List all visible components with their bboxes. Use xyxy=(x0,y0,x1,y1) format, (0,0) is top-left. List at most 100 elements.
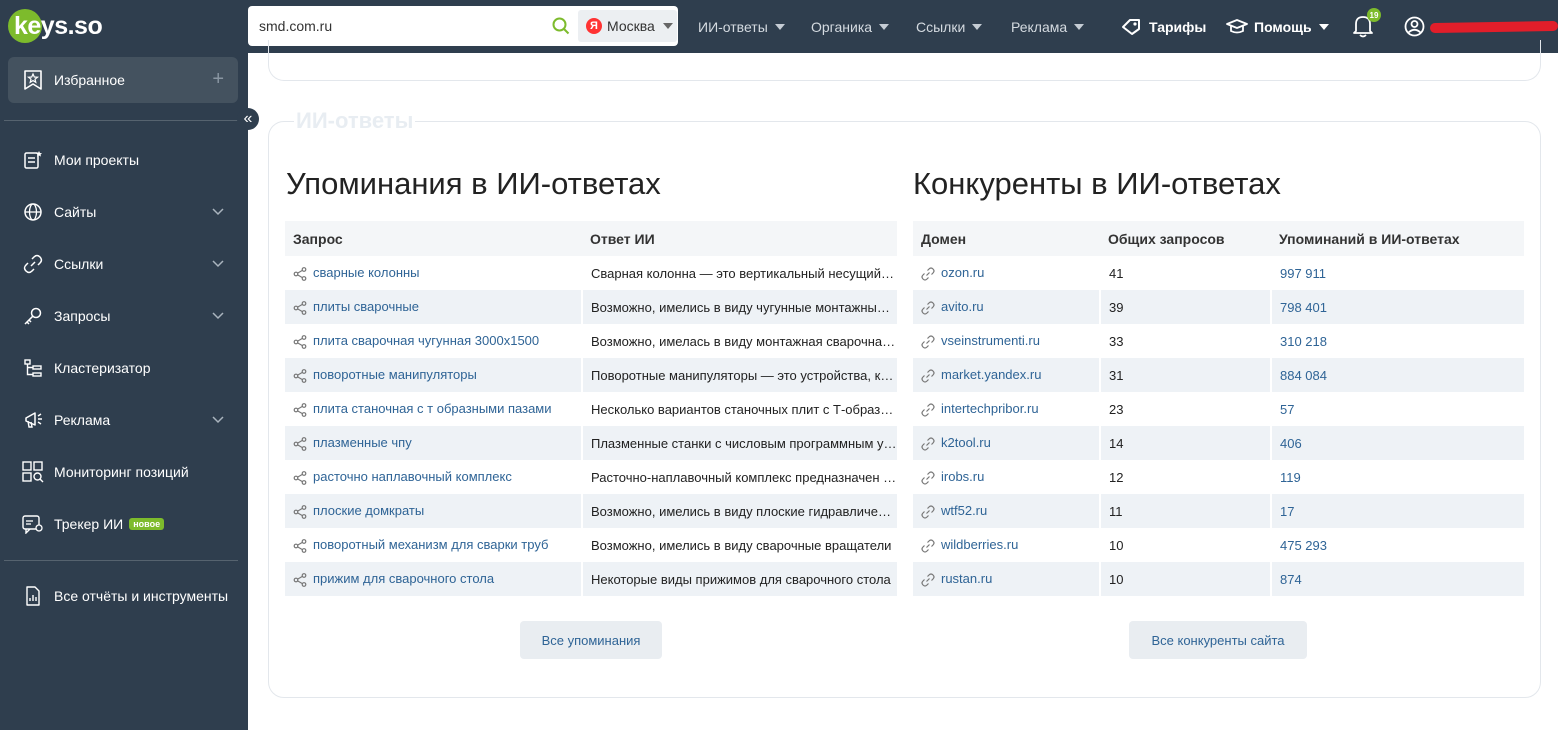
domain-link[interactable]: avito.ru xyxy=(941,299,984,314)
query-cell[interactable]: сварные колонны xyxy=(285,256,582,290)
ai-answer-cell: Возможно, имелись в виду плоские гидравл… xyxy=(581,494,897,528)
sidebar-divider xyxy=(4,560,238,561)
domain-cell[interactable]: rustan.ru xyxy=(913,562,1100,596)
mentions-count-link[interactable]: 406 xyxy=(1280,436,1302,451)
domain-link[interactable]: rustan.ru xyxy=(941,571,992,586)
link-icon xyxy=(22,253,44,275)
query-cell[interactable]: плазменные чпу xyxy=(285,426,582,460)
collapse-sidebar-icon[interactable]: « xyxy=(237,108,259,130)
table-row: плиты сварочные Возможно, имелись в виду … xyxy=(285,290,897,324)
common-queries-cell: 14 xyxy=(1099,426,1271,460)
sidebar-item-all-reports[interactable]: Все отчёты и инструменты xyxy=(22,584,232,608)
table-row: прижим для сварочного стола Некоторые вид… xyxy=(285,562,897,596)
query-cell[interactable]: поворотный механизм для сварки труб xyxy=(285,528,582,562)
domain-link[interactable]: intertechpribor.ru xyxy=(941,401,1039,416)
mentions-count-link[interactable]: 884 084 xyxy=(1280,368,1327,383)
mentions-count-cell[interactable]: 884 084 xyxy=(1270,358,1524,392)
mentions-count-link[interactable]: 17 xyxy=(1280,504,1294,519)
favorites-item[interactable]: Избранное + xyxy=(8,57,238,103)
mentions-count-cell[interactable]: 406 xyxy=(1270,426,1524,460)
query-link[interactable]: поворотные манипуляторы xyxy=(313,367,477,382)
domain-link[interactable]: irobs.ru xyxy=(941,469,984,484)
query-cell[interactable]: прижим для сварочного стола xyxy=(285,562,582,596)
mentions-count-link[interactable]: 997 911 xyxy=(1280,266,1326,281)
query-link[interactable]: прижим для сварочного стола xyxy=(313,571,494,586)
column-header[interactable]: Запрос xyxy=(285,221,582,256)
domain-cell[interactable]: k2tool.ru xyxy=(913,426,1100,460)
megaphone-icon xyxy=(22,409,44,431)
sidebar-item-sites[interactable]: Сайты xyxy=(22,200,232,224)
domain-link[interactable]: vseinstrumenti.ru xyxy=(941,333,1040,348)
mentions-count-link[interactable]: 310 218 xyxy=(1280,334,1327,349)
column-header[interactable]: Домен xyxy=(913,221,1100,256)
domain-cell[interactable]: ozon.ru xyxy=(913,256,1100,290)
all-competitors-button[interactable]: Все конкуренты сайта xyxy=(1129,621,1307,659)
region-select[interactable]: Я Москва xyxy=(578,10,677,42)
query-link[interactable]: расточно наплавочный комплекс xyxy=(313,469,512,484)
chevron-down-icon xyxy=(212,416,224,424)
domain-link[interactable]: wtf52.ru xyxy=(941,503,987,518)
mentions-count-link[interactable]: 798 401 xyxy=(1280,300,1327,315)
query-link[interactable]: плиты сварочные xyxy=(313,299,419,314)
mentions-count-cell[interactable]: 310 218 xyxy=(1270,324,1524,358)
domain-cell[interactable]: avito.ru xyxy=(913,290,1100,324)
table-row: rustan.ru 10 874 xyxy=(913,562,1524,596)
mentions-count-cell[interactable]: 475 293 xyxy=(1270,528,1524,562)
domain-cell[interactable]: wildberries.ru xyxy=(913,528,1100,562)
sidebar-item-clusterizer[interactable]: Кластеризатор xyxy=(22,356,232,380)
all-mentions-button[interactable]: Все упоминания xyxy=(520,621,662,659)
column-header[interactable]: Ответ ИИ xyxy=(582,221,897,256)
mentions-count-link[interactable]: 57 xyxy=(1280,402,1294,417)
mentions-count-cell[interactable]: 997 911 xyxy=(1270,256,1524,290)
domain-link[interactable]: wildberries.ru xyxy=(941,537,1018,552)
mentions-count-cell[interactable]: 57 xyxy=(1270,392,1524,426)
domain-cell[interactable]: intertechpribor.ru xyxy=(913,392,1100,426)
table-row: поворотный механизм для сварки труб Возмо… xyxy=(285,528,897,562)
query-cell[interactable]: плита сварочная чугунная 3000х1500 xyxy=(285,324,582,358)
user-icon[interactable] xyxy=(1404,16,1425,37)
domain-link[interactable]: k2tool.ru xyxy=(941,435,991,450)
query-cell[interactable]: расточно наплавочный комплекс xyxy=(285,460,582,494)
report-icon xyxy=(22,585,44,607)
link-icon xyxy=(921,573,935,587)
sidebar-item-projects[interactable]: Мои проекты xyxy=(22,148,232,172)
sidebar-item-ai-tracker[interactable]: Трекер ИИ новое xyxy=(22,512,232,536)
query-cell[interactable]: плиты сварочные xyxy=(285,290,582,324)
table-row: плазменные чпу Плазменные станки с числов… xyxy=(285,426,897,460)
query-link[interactable]: плита сварочная чугунная 3000х1500 xyxy=(313,333,539,348)
column-header[interactable]: Упоминаний в ИИ-ответах xyxy=(1271,221,1524,256)
query-link[interactable]: сварные колонны xyxy=(313,265,420,280)
search-icon[interactable] xyxy=(552,17,570,35)
mentions-count-cell[interactable]: 17 xyxy=(1270,494,1524,528)
mentions-count-cell[interactable]: 119 xyxy=(1270,460,1524,494)
mentions-count-link[interactable]: 119 xyxy=(1280,470,1301,485)
query-link[interactable]: поворотный механизм для сварки труб xyxy=(313,537,548,552)
sidebar-item-queries[interactable]: Запросы xyxy=(22,304,232,328)
sidebar-item-label: Трекер ИИ xyxy=(54,516,124,532)
sidebar-item-monitoring[interactable]: Мониторинг позиций xyxy=(22,460,232,484)
mentions-count-link[interactable]: 874 xyxy=(1280,572,1302,587)
query-cell[interactable]: плоские домкраты xyxy=(285,494,582,528)
domain-cell[interactable]: irobs.ru xyxy=(913,460,1100,494)
sidebar-item-ads[interactable]: Реклама xyxy=(22,408,232,432)
sidebar-item-links[interactable]: Ссылки xyxy=(22,252,232,276)
logo[interactable]: keys.so xyxy=(8,8,103,44)
mentions-count-cell[interactable]: 798 401 xyxy=(1270,290,1524,324)
domain-cell[interactable]: vseinstrumenti.ru xyxy=(913,324,1100,358)
domain-cell[interactable]: market.yandex.ru xyxy=(913,358,1100,392)
domain-link[interactable]: ozon.ru xyxy=(941,265,984,280)
mentions-count-cell[interactable]: 874 xyxy=(1270,562,1524,596)
topnav-label: Реклама xyxy=(1011,18,1068,35)
query-link[interactable]: плазменные чпу xyxy=(313,435,412,450)
domain-link[interactable]: market.yandex.ru xyxy=(941,367,1041,382)
query-cell[interactable]: поворотные манипуляторы xyxy=(285,358,582,392)
column-header[interactable]: Общих запросов xyxy=(1100,221,1271,256)
mentions-count-link[interactable]: 475 293 xyxy=(1280,538,1327,553)
share-icon xyxy=(293,402,307,417)
query-cell[interactable]: плита станочная с т образными пазами xyxy=(285,392,582,426)
common-queries-cell: 10 xyxy=(1099,562,1271,596)
plus-icon[interactable]: + xyxy=(212,69,224,89)
query-link[interactable]: плита станочная с т образными пазами xyxy=(313,401,552,416)
query-link[interactable]: плоские домкраты xyxy=(313,503,424,518)
domain-cell[interactable]: wtf52.ru xyxy=(913,494,1100,528)
